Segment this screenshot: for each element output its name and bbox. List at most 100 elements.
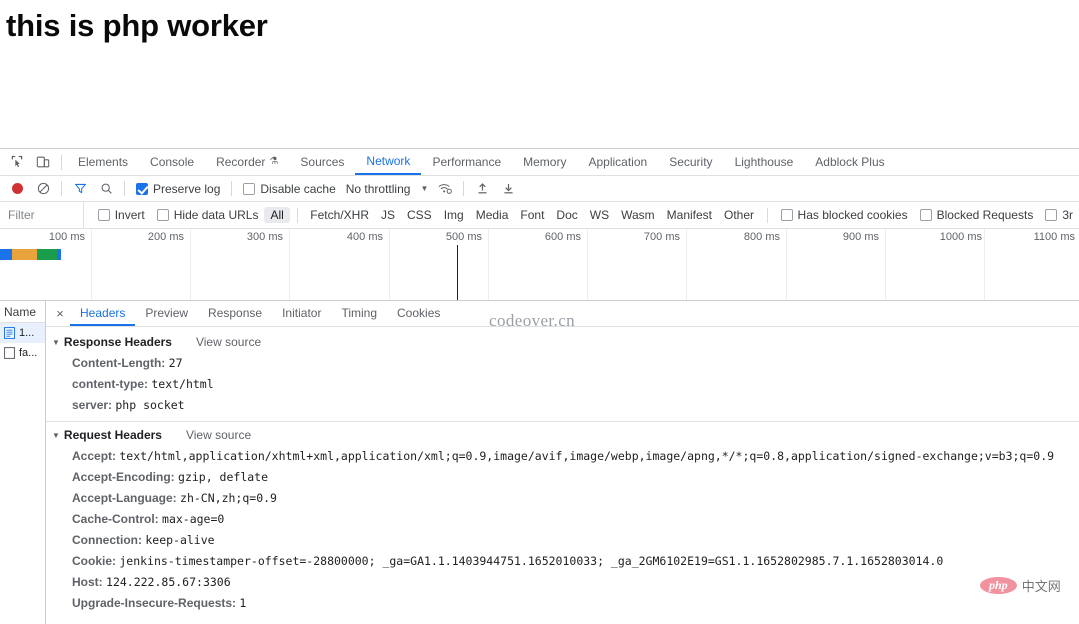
filter-type-doc[interactable]: Doc — [550, 207, 583, 223]
filter-divider — [767, 207, 768, 223]
close-icon[interactable]: × — [50, 302, 70, 326]
blocked-requests-label: Blocked Requests — [936, 208, 1034, 222]
throttling-dropdown[interactable]: No throttling ▼ — [342, 182, 433, 196]
toolbar-divider — [61, 181, 62, 196]
header-row: Accept-Language: zh-CN,zh;q=0.9 — [46, 488, 1079, 509]
clear-button[interactable] — [30, 177, 56, 201]
third-party-requests-checkbox[interactable]: 3r — [1039, 208, 1079, 222]
tab-preview[interactable]: Preview — [135, 301, 198, 326]
column-header-name[interactable]: Name — [0, 301, 45, 323]
network-lower-pane: Name 1... fa... × Headers Preview Respon… — [0, 301, 1079, 624]
section-label: Response Headers — [63, 335, 172, 349]
header-value: text/html,application/xhtml+xml,applicat… — [119, 449, 1055, 463]
filter-type-manifest[interactable]: Manifest — [661, 207, 718, 223]
filter-icon[interactable] — [67, 177, 93, 201]
tab-lighthouse[interactable]: Lighthouse — [724, 149, 805, 175]
export-har-icon[interactable] — [495, 177, 521, 201]
network-conditions-icon[interactable] — [432, 177, 458, 201]
inspect-element-icon[interactable] — [4, 150, 30, 175]
overview-tick-label: 600 ms — [544, 231, 581, 243]
header-row: Connection: keep-alive — [46, 530, 1079, 551]
checkbox-box — [243, 182, 256, 195]
header-row: Cache-Control: max-age=0 — [46, 509, 1079, 530]
preserve-log-checkbox[interactable]: Preserve log — [130, 182, 226, 196]
tab-label: Elements — [78, 155, 129, 169]
has-blocked-cookies-checkbox[interactable]: Has blocked cookies — [775, 208, 914, 222]
record-dot-icon — [11, 183, 23, 194]
checkbox-box — [1045, 209, 1058, 221]
tab-headers[interactable]: Headers — [70, 301, 136, 326]
tab-adblock-plus[interactable]: Adblock Plus — [804, 149, 895, 175]
header-name: server: — [72, 398, 113, 412]
timing-segment-waiting — [12, 249, 37, 260]
filter-type-js[interactable]: JS — [375, 207, 401, 223]
header-name: Accept-Encoding: — [72, 470, 175, 484]
invert-checkbox[interactable]: Invert — [92, 208, 151, 222]
search-icon[interactable] — [93, 177, 119, 201]
tab-network[interactable]: Network — [355, 149, 422, 175]
network-filter-bar: Filter Invert Hide data URLs All Fetch/X… — [0, 202, 1079, 229]
overview-tick-label: 300 ms — [246, 231, 283, 243]
header-value: 27 — [168, 356, 183, 370]
tab-recorder[interactable]: Recorder ⚗ — [205, 149, 289, 175]
record-button[interactable] — [4, 177, 30, 201]
toolbar-divider — [124, 181, 125, 196]
overview-tick-label: 500 ms — [445, 231, 482, 243]
filter-input[interactable]: Filter — [0, 202, 84, 228]
device-toolbar-icon[interactable] — [30, 150, 56, 175]
header-value: 1 — [239, 596, 247, 610]
filter-type-ws[interactable]: WS — [584, 207, 615, 223]
filter-type-css[interactable]: CSS — [401, 207, 438, 223]
filter-type-media[interactable]: Media — [470, 207, 515, 223]
header-row: Accept-Encoding: gzip, deflate — [46, 467, 1079, 488]
table-row[interactable]: 1... — [0, 323, 45, 343]
table-row[interactable]: fa... — [0, 343, 45, 363]
tab-application[interactable]: Application — [577, 149, 658, 175]
disable-cache-checkbox[interactable]: Disable cache — [237, 182, 341, 196]
filter-type-img[interactable]: Img — [438, 207, 470, 223]
triangle-down-icon: ▼ — [52, 337, 60, 347]
filter-type-other[interactable]: Other — [718, 207, 760, 223]
view-source-link[interactable]: View source — [186, 428, 251, 442]
rendered-page: this is php worker — [0, 0, 1079, 148]
filter-type-all[interactable]: All — [264, 207, 290, 223]
request-timing-bar — [0, 249, 61, 260]
filter-type-wasm[interactable]: Wasm — [615, 207, 661, 223]
header-row: Host: 124.222.85.67:3306 — [46, 572, 1079, 593]
tab-cookies[interactable]: Cookies — [387, 301, 450, 326]
tab-elements[interactable]: Elements — [67, 149, 139, 175]
filter-type-font[interactable]: Font — [514, 207, 550, 223]
tab-label: Recorder — [216, 155, 266, 169]
tab-initiator[interactable]: Initiator — [272, 301, 331, 326]
checkbox-box — [919, 209, 932, 221]
tab-label: Network — [366, 154, 411, 168]
network-overview-timeline[interactable]: 100 ms 200 ms 300 ms 400 ms 500 ms 600 m… — [0, 229, 1079, 301]
checkbox-box — [136, 182, 148, 195]
overview-tick-label: 100 ms — [48, 231, 85, 243]
tab-performance[interactable]: Performance — [421, 149, 512, 175]
blocked-requests-checkbox[interactable]: Blocked Requests — [914, 208, 1040, 222]
filter-divider — [296, 207, 298, 223]
tab-label: Console — [150, 155, 195, 169]
import-har-icon[interactable] — [469, 177, 495, 201]
overview-tick-label: 1100 ms — [1033, 231, 1075, 243]
response-headers-section-title[interactable]: ▼ Response Headers View source — [46, 331, 1079, 353]
tab-memory[interactable]: Memory — [512, 149, 577, 175]
filter-type-fetch-xhr[interactable]: Fetch/XHR — [304, 207, 375, 223]
hide-data-urls-checkbox[interactable]: Hide data URLs — [151, 208, 265, 222]
header-value: zh-CN,zh;q=0.9 — [180, 491, 277, 505]
tab-sources[interactable]: Sources — [289, 149, 355, 175]
headers-content: ▼ Response Headers View source Content-L… — [46, 327, 1079, 624]
tab-timing[interactable]: Timing — [331, 301, 387, 326]
header-row: Upgrade-Insecure-Requests: 1 — [46, 593, 1079, 614]
tab-console[interactable]: Console — [139, 149, 205, 175]
overview-tick-label: 200 ms — [147, 231, 184, 243]
header-value: text/html — [151, 377, 214, 391]
view-source-link[interactable]: View source — [196, 335, 261, 349]
request-headers-section-title[interactable]: ▼ Request Headers View source — [46, 424, 1079, 446]
tab-security[interactable]: Security — [658, 149, 723, 175]
toolbar-divider — [61, 154, 62, 170]
overview-tick-label: 800 ms — [743, 231, 780, 243]
overview-tick-label: 400 ms — [346, 231, 383, 243]
tab-response[interactable]: Response — [198, 301, 272, 326]
